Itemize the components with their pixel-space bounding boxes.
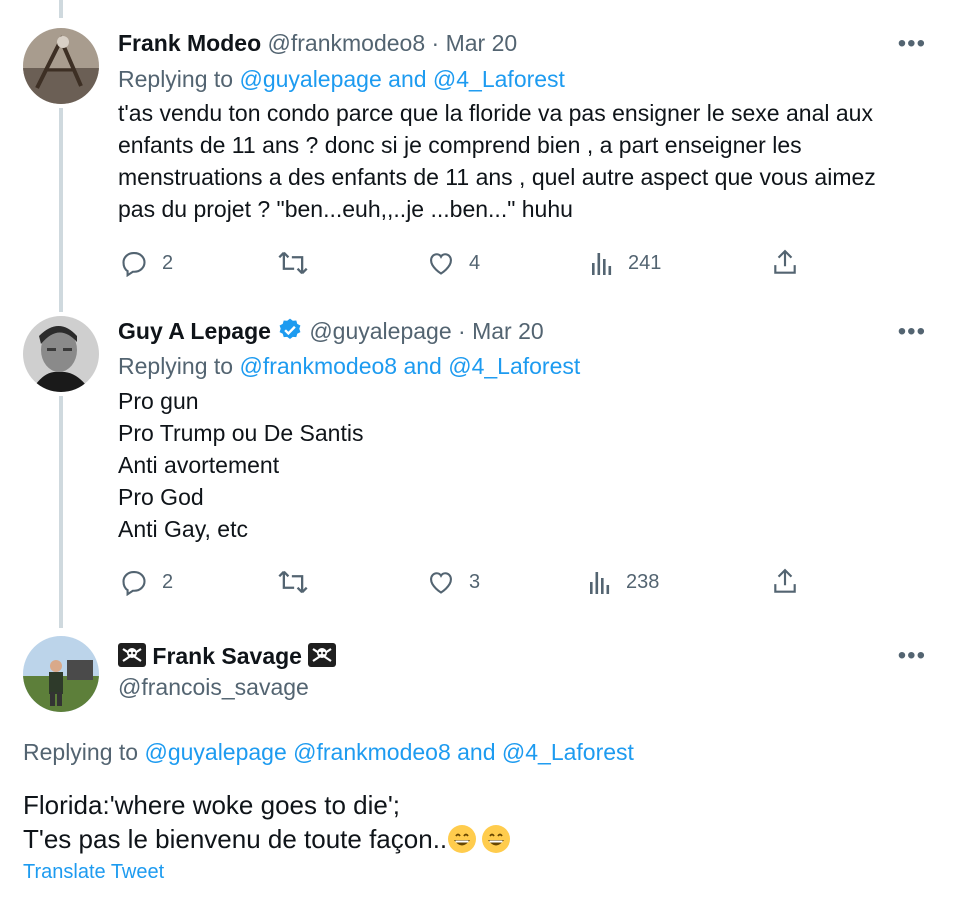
like-count: 4 xyxy=(469,251,481,274)
tweet-2-header: Guy A Lepage @guyalepage · Mar 20 xyxy=(118,315,544,351)
share-button[interactable] xyxy=(772,568,798,596)
tweet-2-text: Pro gun Pro Trump ou De Santis Anti avor… xyxy=(118,385,938,545)
more-icon[interactable]: ••• xyxy=(898,644,926,668)
handle[interactable]: @frankmodeo8 xyxy=(268,30,426,56)
translate-tweet-link[interactable]: Translate Tweet xyxy=(23,856,164,888)
like-button[interactable]: 3 xyxy=(427,568,480,596)
reply-count: 2 xyxy=(162,570,174,593)
tweet-line-with-emoji: T'es pas le bienvenu de toute façon.. xyxy=(23,822,843,856)
replying-prefix: Replying to xyxy=(118,353,234,379)
tweet-line: Pro gun xyxy=(118,388,199,414)
grinning-face-icon xyxy=(482,825,511,853)
tweet-3-header: Frank Savage xyxy=(118,640,337,672)
like-icon xyxy=(430,572,452,594)
avatar-frank-savage[interactable] xyxy=(23,636,99,712)
avatar-frank-modeo[interactable] xyxy=(23,28,99,104)
retweet-icon xyxy=(278,570,308,594)
tweet-line: pas du projet ? "ben...euh,,..je ...ben.… xyxy=(118,196,573,222)
retweet-button[interactable] xyxy=(277,568,323,596)
more-icon[interactable]: ••• xyxy=(898,32,926,56)
tweet-line: menstruations a des enfants de 11 ans , … xyxy=(118,164,876,190)
thread-line-1 xyxy=(59,108,63,312)
tweet-line: enfants de 11 ans ? donc si je comprend … xyxy=(118,132,802,158)
tweet-3-replying: Replying to @guyalepage @frankmodeo8 and… xyxy=(23,736,634,768)
avatar-image xyxy=(23,28,99,104)
tweet-line: Anti avortement xyxy=(118,452,280,478)
views-button[interactable]: 241 xyxy=(590,249,661,277)
tweet-2-replying: Replying to @frankmodeo8 and @4_Laforest xyxy=(118,350,580,382)
avatar-image xyxy=(23,636,99,712)
tweet-line: Anti Gay, etc xyxy=(118,516,248,542)
timestamp[interactable]: · Mar 20 xyxy=(432,30,518,56)
tweet-1-text: t'as vendu ton condo parce que la florid… xyxy=(118,97,938,225)
reply-icon xyxy=(122,252,146,277)
thread-line-top xyxy=(59,0,63,18)
reply-count: 2 xyxy=(162,251,174,274)
display-name[interactable]: Frank Savage xyxy=(152,643,302,669)
tweet-line: t'as vendu ton condo parce que la florid… xyxy=(118,100,873,126)
views-icon xyxy=(592,253,612,275)
tweet-1-replying: Replying to @guyalepage and @4_Laforest xyxy=(118,63,565,95)
tweet-line: Florida:'where woke goes to die'; xyxy=(23,790,401,820)
views-count: 238 xyxy=(626,570,660,593)
share-button[interactable] xyxy=(772,249,798,277)
tweet-line: Pro God xyxy=(118,484,204,510)
reply-button[interactable]: 2 xyxy=(120,568,173,596)
share-icon xyxy=(774,568,796,593)
replying-prefix: Replying to xyxy=(118,66,234,92)
handle[interactable]: @francois_savage xyxy=(118,671,309,703)
retweet-button[interactable] xyxy=(277,249,323,277)
views-icon xyxy=(590,572,610,594)
like-count: 3 xyxy=(469,570,481,593)
like-button[interactable]: 4 xyxy=(427,249,480,277)
tweet-1-header: Frank Modeo @frankmodeo8 · Mar 20 xyxy=(118,27,517,59)
replying-to-link[interactable]: @frankmodeo8 and @4_Laforest xyxy=(239,353,580,379)
replying-to-link[interactable]: @guyalepage @frankmodeo8 and @4_Laforest xyxy=(144,739,633,765)
reply-icon xyxy=(122,571,146,596)
display-name[interactable]: Guy A Lepage xyxy=(118,318,271,344)
replying-prefix: Replying to xyxy=(23,739,139,765)
tweet-line: T'es pas le bienvenu de toute façon.. xyxy=(23,824,448,854)
timestamp[interactable]: · Mar 20 xyxy=(458,318,544,344)
tweet-line: Pro Trump ou De Santis xyxy=(118,420,364,446)
skull-crossbones-icon xyxy=(118,643,146,667)
replying-to-link[interactable]: @guyalepage and @4_Laforest xyxy=(239,66,564,92)
views-button[interactable]: 238 xyxy=(588,568,659,596)
grinning-face-icon xyxy=(448,825,477,853)
avatar-image xyxy=(23,316,99,392)
handle[interactable]: @guyalepage xyxy=(309,318,451,344)
reply-button[interactable]: 2 xyxy=(120,249,173,277)
avatar-guy-lepage[interactable] xyxy=(23,316,99,392)
verified-badge-icon xyxy=(277,317,303,351)
like-icon xyxy=(430,253,452,275)
share-icon xyxy=(774,249,796,274)
tweet-3-text: Florida:'where woke goes to die'; T'es p… xyxy=(23,788,843,856)
more-icon[interactable]: ••• xyxy=(898,320,926,344)
views-count: 241 xyxy=(628,251,662,274)
display-name[interactable]: Frank Modeo xyxy=(118,30,261,56)
thread-line-2 xyxy=(59,396,63,628)
retweet-icon xyxy=(278,251,308,275)
skull-crossbones-icon xyxy=(308,643,337,667)
